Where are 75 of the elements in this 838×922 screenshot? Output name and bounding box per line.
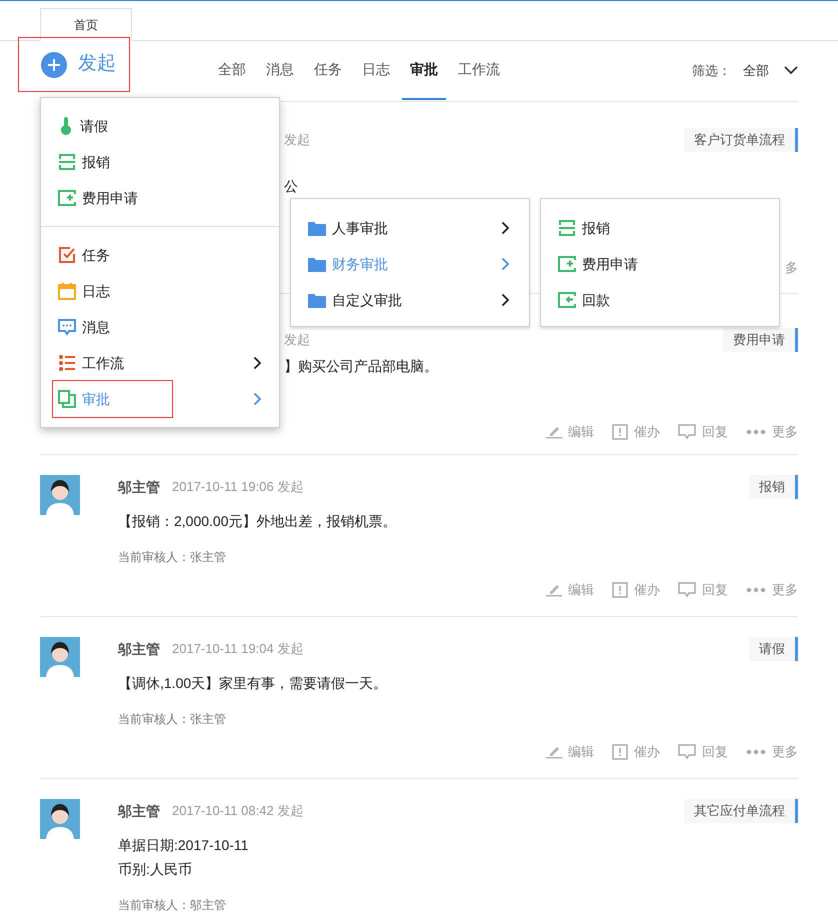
chevron-icon	[501, 257, 510, 271]
page-tab[interactable]: 首页	[40, 8, 132, 41]
tag-label: 其它应付单流程	[684, 799, 798, 823]
tag-label: 客户订货单流程	[684, 128, 798, 152]
menu-item[interactable]: 请假	[41, 108, 279, 144]
checkbox-icon	[58, 246, 76, 264]
nav-tab[interactable]: 任务	[306, 41, 350, 100]
chevron-icon	[253, 392, 262, 406]
reviewer-text: 当前审核人：张主管	[118, 711, 226, 728]
nav-tab[interactable]: 日志	[354, 41, 398, 100]
post-text: 单据日期:2017-10-11	[118, 836, 250, 855]
author-name: 邬主管	[118, 640, 160, 658]
folder-icon	[308, 220, 326, 236]
post-text: 币别:人民币	[118, 860, 193, 879]
pencil-icon	[546, 745, 562, 759]
menu-item[interactable]: 任务	[41, 237, 279, 273]
reviewer-text: 当前审核人：张主管	[118, 549, 226, 566]
chevron-icon	[501, 221, 510, 235]
exclamation-icon	[612, 582, 628, 598]
menu-item[interactable]: 工作流	[41, 345, 279, 381]
nav-tab[interactable]: 审批	[402, 41, 446, 100]
post-time: 发起	[284, 331, 310, 350]
pencil-icon	[546, 425, 562, 439]
message-icon	[58, 318, 76, 336]
thermometer-icon	[58, 116, 74, 136]
author-name: 邬主管	[118, 802, 160, 820]
squares-icon	[58, 390, 76, 408]
menu-item[interactable]: 人事审批	[291, 210, 529, 246]
nav-tab[interactable]: 消息	[258, 41, 302, 100]
plus-card-icon	[58, 189, 76, 207]
nav-tab[interactable]: 全部	[210, 41, 254, 100]
chevron-icon	[253, 356, 262, 370]
comment-icon	[678, 424, 696, 440]
menu-item[interactable]: 日志	[41, 273, 279, 309]
menu-item[interactable]: 费用申请	[541, 246, 779, 282]
menu-item[interactable]: 费用申请	[41, 180, 279, 216]
menu-item[interactable]: 回款	[541, 282, 779, 318]
folder-icon	[308, 256, 326, 272]
filter-label: 筛选：	[692, 62, 731, 80]
author-name: 邬主管	[118, 478, 160, 496]
calendar-icon	[58, 282, 76, 300]
comment-icon	[678, 582, 696, 598]
tag-label: 费用申请	[723, 328, 798, 352]
dots-icon	[746, 429, 766, 435]
arrow-card-icon	[558, 291, 576, 309]
receipt-icon	[558, 219, 576, 237]
post-text: 】购买公司产品部电脑。	[284, 356, 438, 376]
post-text: 公	[284, 176, 298, 196]
comment-icon	[678, 744, 696, 760]
filter-dropdown[interactable]: 全部	[743, 60, 798, 80]
list-icon	[58, 354, 76, 372]
chevron-down-icon	[784, 66, 798, 75]
tag-label: 请假	[749, 637, 798, 661]
post-time: 2017-10-11 19:04 发起	[172, 640, 304, 658]
plus-icon	[41, 52, 67, 78]
tag-label: 报销	[749, 475, 798, 499]
exclamation-icon	[612, 744, 628, 760]
reviewer-text: 当前审核人：邬主管	[118, 897, 226, 914]
exclamation-icon	[612, 424, 628, 440]
post-text: 【报销：2,000.00元】外地出差，报销机票。	[118, 512, 398, 531]
dots-icon	[746, 749, 766, 755]
plus-card-icon	[558, 255, 576, 273]
post-time: 2017-10-11 08:42 发起	[172, 802, 304, 820]
menu-item[interactable]: 报销	[541, 210, 779, 246]
post-time: 发起	[284, 131, 310, 150]
receipt-icon	[58, 153, 76, 171]
post-time: 2017-10-11 19:06 发起	[172, 478, 304, 496]
menu-item[interactable]: 消息	[41, 309, 279, 345]
pencil-icon	[546, 583, 562, 597]
dots-icon	[746, 587, 766, 593]
menu-item[interactable]: 自定义审批	[291, 282, 529, 318]
chevron-icon	[501, 293, 510, 307]
nav-tab[interactable]: 工作流	[450, 41, 508, 100]
menu-item[interactable]: 报销	[41, 144, 279, 180]
post-text: 【调休,1.00天】家里有事，需要请假一天。	[118, 674, 388, 693]
